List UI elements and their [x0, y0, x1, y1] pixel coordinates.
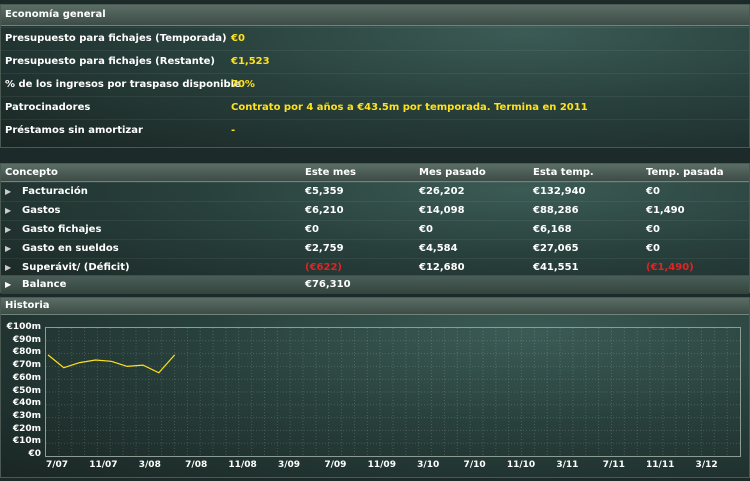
- column-header-this-season[interactable]: Esta temp.: [533, 164, 594, 181]
- x-tick-label: 7/10: [463, 460, 486, 470]
- cell-last-month: €4,584: [419, 243, 458, 254]
- column-header-concept[interactable]: Concepto: [5, 164, 58, 181]
- column-header-last-month[interactable]: Mes pasado: [419, 164, 486, 181]
- column-header-last-season[interactable]: Temp. pasada: [646, 164, 724, 181]
- cell-this-season: €6,168: [533, 224, 572, 235]
- expand-arrow-icon[interactable]: ▶: [5, 221, 11, 239]
- cell-last-season: €0: [646, 224, 660, 235]
- economy-row-value: €1,523: [231, 56, 270, 67]
- economy-row-value: €0: [231, 33, 245, 44]
- y-tick-label: €0: [28, 449, 41, 459]
- cell-this-season: €132,940: [533, 186, 586, 197]
- cell-this-month: €6,210: [305, 205, 344, 216]
- economy-row-label: % de los ingresos por traspaso disponibl…: [5, 79, 241, 90]
- expand-arrow-icon[interactable]: ▶: [5, 240, 11, 258]
- economy-panel: Economía general Presupuesto para fichaj…: [0, 4, 750, 148]
- balance-row[interactable]: ▶ Balance €76,310: [1, 275, 749, 294]
- economy-row-value: -: [231, 125, 236, 136]
- y-tick-label: €70m: [12, 360, 41, 371]
- x-tick-label: 11/11: [646, 460, 675, 470]
- economy-row-label: Presupuesto para fichajes (Restante): [5, 56, 215, 67]
- row-label: Gasto fichajes: [22, 224, 102, 235]
- balance-value: €76,310: [305, 279, 351, 290]
- economy-row-value: 70%: [231, 79, 255, 90]
- x-tick-label: 7/08: [185, 460, 208, 470]
- row-label: Gastos: [22, 205, 61, 216]
- x-tick-label: 3/10: [417, 460, 440, 470]
- x-tick-label: 7/07: [45, 460, 69, 470]
- cell-last-month: €26,202: [419, 186, 465, 197]
- economy-row-label: Préstamos sin amortizar: [5, 125, 143, 136]
- x-tick-label: 3/12: [695, 460, 718, 470]
- y-tick-label: €50m: [12, 385, 41, 396]
- x-tick-label: 7/09: [324, 460, 347, 470]
- y-tick-label: €10m: [12, 436, 41, 447]
- finance-table-header: Concepto Este mes Mes pasado Esta temp. …: [1, 164, 749, 182]
- cell-last-season: €1,490: [646, 205, 685, 216]
- history-chart-svg: [46, 328, 740, 456]
- row-label: Gasto en sueldos: [22, 243, 119, 254]
- table-row[interactable]: ▶ Gastos €6,210 €14,098 €88,286 €1,490: [1, 201, 749, 220]
- table-row[interactable]: ▶ Gasto en sueldos €2,759 €4,584 €27,065…: [1, 239, 749, 258]
- table-row[interactable]: ▶ Facturación €5,359 €26,202 €132,940 €0: [1, 182, 749, 201]
- x-tick-label: 3/09: [277, 460, 301, 470]
- cell-last-season: €0: [646, 243, 660, 254]
- table-row[interactable]: ▶ Gasto fichajes €0 €0 €6,168 €0: [1, 220, 749, 239]
- economy-row-sponsors: Patrocinadores Contrato por 4 años a €43…: [1, 96, 749, 119]
- expand-arrow-icon[interactable]: ▶: [5, 183, 11, 201]
- cell-last-season: €0: [646, 186, 660, 197]
- cell-this-month: €0: [305, 224, 319, 235]
- x-tick-label: 11/08: [228, 460, 257, 470]
- y-tick-label: €90m: [12, 334, 41, 345]
- finance-table: Concepto Este mes Mes pasado Esta temp. …: [0, 163, 750, 294]
- cell-this-season: €27,065: [533, 243, 579, 254]
- economy-row-transfer-percent: % de los ingresos por traspaso disponibl…: [1, 73, 749, 96]
- column-header-this-month[interactable]: Este mes: [305, 164, 356, 181]
- economy-row-value: Contrato por 4 años a €43.5m por tempora…: [231, 102, 588, 113]
- x-tick-label: 3/08: [138, 460, 161, 470]
- expand-arrow-icon[interactable]: ▶: [5, 202, 11, 220]
- cell-this-season: €88,286: [533, 205, 579, 216]
- history-header: Historia: [1, 298, 749, 315]
- history-panel: Historia €100m €90m €80m €70m €60m €50m €40m €3…: [0, 297, 750, 478]
- y-tick-label: €40m: [12, 398, 41, 409]
- y-tick-label: €100m: [6, 322, 41, 332]
- y-tick-label: €60m: [12, 372, 41, 383]
- x-tick-label: 11/09: [367, 460, 396, 470]
- economy-header: Economía general: [1, 5, 749, 26]
- row-label: Balance: [22, 279, 67, 290]
- expand-arrow-icon[interactable]: ▶: [5, 276, 11, 294]
- x-tick-label: 7/11: [602, 460, 625, 470]
- x-tick-label: 11/10: [506, 460, 536, 470]
- economy-row-budget-remaining: Presupuesto para fichajes (Restante) €1,…: [1, 50, 749, 73]
- economy-row-label: Patrocinadores: [5, 102, 91, 113]
- x-tick-label: 11/07: [89, 460, 118, 470]
- cell-last-month: €0: [419, 224, 433, 235]
- cell-this-month: €2,759: [305, 243, 344, 254]
- y-tick-label: €20m: [12, 423, 41, 434]
- history-chart: [45, 327, 741, 457]
- y-tick-label: €30m: [12, 410, 41, 421]
- cell-last-month: €14,098: [419, 205, 465, 216]
- economy-row-label: Presupuesto para fichajes (Temporada): [5, 33, 227, 44]
- y-tick-label: €80m: [12, 347, 41, 358]
- row-label: Facturación: [22, 186, 88, 197]
- balance-history-line: [47, 354, 176, 374]
- economy-row-budget-season: Presupuesto para fichajes (Temporada) €0: [1, 27, 749, 50]
- cell-this-month: €5,359: [305, 186, 344, 197]
- x-tick-label: 3/11: [556, 460, 579, 470]
- economy-row-loans: Préstamos sin amortizar -: [1, 119, 749, 142]
